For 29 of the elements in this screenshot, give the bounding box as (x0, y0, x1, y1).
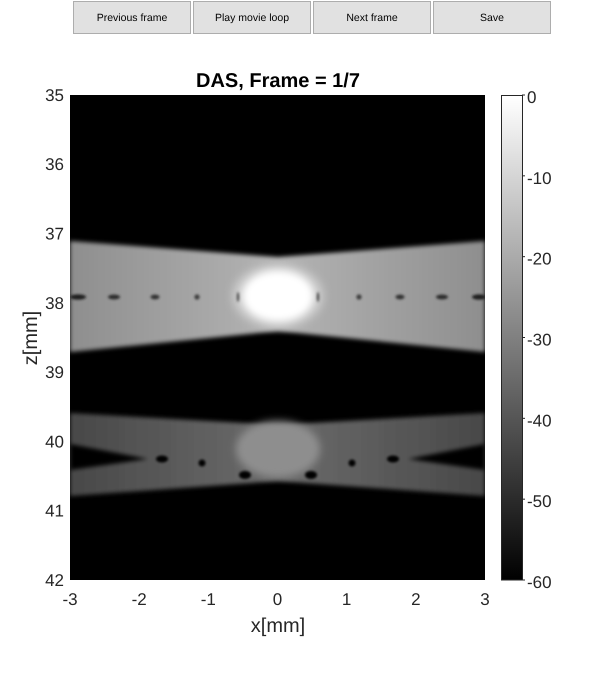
x-tick-label: -2 (132, 590, 147, 609)
colorbar-tick-label: -20 (527, 250, 552, 269)
colorbar-tick-label: -60 (527, 572, 552, 592)
x-tick-label: 3 (480, 590, 490, 609)
colorbar-tick-label: -50 (527, 492, 552, 512)
x-axis-label: x[mm] (250, 615, 306, 637)
y-tick-label: 38 (45, 294, 64, 313)
next-frame-button[interactable]: Next frame (313, 1, 431, 34)
y-tick-label: 36 (45, 155, 64, 174)
colorbar-tick-label: -30 (527, 330, 552, 350)
y-tick-label: 40 (45, 432, 64, 452)
play-loop-button[interactable]: Play movie loop (193, 1, 311, 34)
colorbar-tick-label: -10 (527, 168, 552, 188)
plot-title: DAS, Frame = 1/7 (196, 70, 360, 92)
y-tick-label: 41 (45, 502, 64, 521)
x-tick-label: -1 (200, 590, 216, 609)
y-tick-label: 42 (45, 570, 64, 590)
previous-frame-button[interactable]: Previous frame (73, 1, 191, 34)
y-tick-label: 37 (45, 224, 64, 244)
y-tick-label: 39 (45, 363, 64, 382)
x-tick-label: 0 (272, 590, 282, 609)
colorbar-tick-label: -40 (527, 411, 552, 430)
x-tick-label: -3 (62, 590, 78, 609)
y-axis-label: z[mm] (20, 310, 42, 366)
x-tick-label: 2 (411, 590, 421, 609)
save-button[interactable]: Save (433, 1, 551, 34)
y-tick-label: 35 (45, 86, 64, 105)
x-tick-label: 1 (342, 590, 352, 609)
colorbar-tick-label: 0 (527, 88, 536, 107)
